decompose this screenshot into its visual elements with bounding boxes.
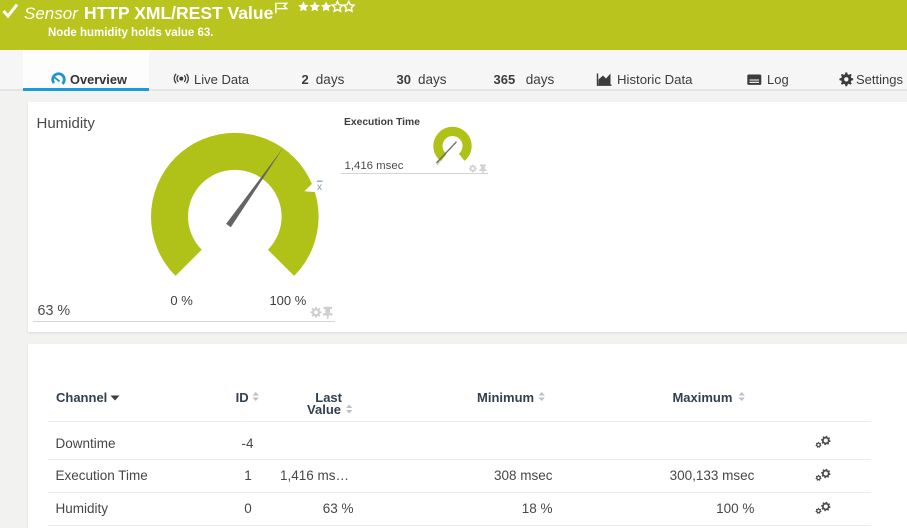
svg-text:x: x [317, 182, 322, 193]
